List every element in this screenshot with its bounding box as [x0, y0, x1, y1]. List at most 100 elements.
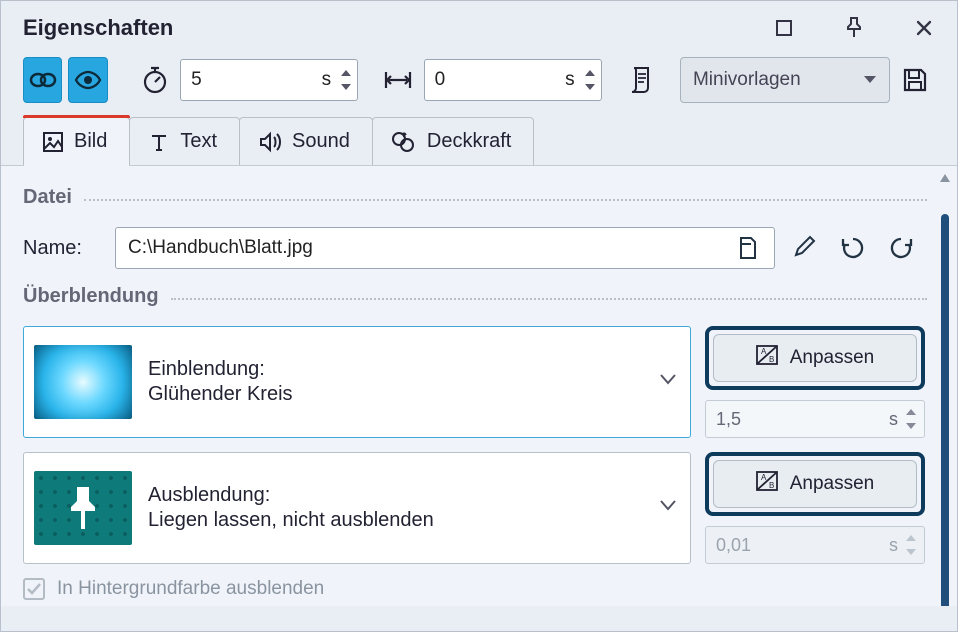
chevron-down-icon	[660, 373, 676, 391]
duration-value: 5	[191, 69, 322, 91]
fadein-text: Einblendung: Glühender Kreis	[148, 358, 293, 406]
rotate-ccw-button[interactable]	[835, 230, 871, 266]
link-toggle-button[interactable]	[23, 57, 62, 103]
fadeout-text: Ausblendung: Liegen lassen, nicht ausble…	[148, 484, 434, 532]
section-blend: Überblendung	[23, 285, 927, 308]
fadeout-controls: AB Anpassen 0,01 s	[705, 452, 925, 564]
fadeout-duration-field[interactable]: 0,01 s	[705, 526, 925, 564]
fadein-thumbnail	[34, 345, 132, 419]
fadeout-value: Liegen lassen, nicht ausblenden	[148, 509, 434, 532]
opacity-icon	[391, 131, 417, 153]
tab-sound[interactable]: Sound	[239, 117, 373, 165]
scrollbar-thumb[interactable]	[941, 214, 949, 606]
browse-icon[interactable]	[730, 230, 766, 266]
bg-fade-row: In Hintergrundfarbe ausblenden	[23, 578, 927, 600]
fadein-label: Einblendung:	[148, 358, 293, 381]
svg-text:B: B	[769, 355, 774, 364]
maximize-button[interactable]	[773, 17, 795, 39]
divider	[84, 199, 927, 201]
fadein-value: Glühender Kreis	[148, 383, 293, 406]
width-icon	[379, 57, 418, 103]
fadeout-duration-spinner	[904, 532, 918, 558]
bg-fade-checkbox[interactable]	[23, 578, 45, 600]
ab-icon: AB	[756, 345, 778, 371]
fadeout-adjust-button[interactable]: AB Anpassen	[713, 460, 917, 508]
fadein-adjust-button[interactable]: AB Anpassen	[713, 334, 917, 382]
divider	[171, 298, 927, 300]
fadeout-duration-down[interactable]	[904, 546, 918, 558]
fadein-row: Einblendung: Glühender Kreis AB Anpassen…	[23, 326, 927, 438]
toolbar: 5 s 0 s Minivorlagen	[1, 51, 957, 117]
tab-image[interactable]: Bild	[23, 117, 130, 165]
fadein-controls: AB Anpassen 1,5 s	[705, 326, 925, 438]
tab-text-label: Text	[180, 130, 217, 153]
window-buttons	[773, 17, 935, 39]
ab-icon: AB	[756, 471, 778, 497]
content-panel: Datei Name: C:\Handbuch\Blatt.jpg Überbl…	[1, 166, 957, 606]
fadein-duration-down[interactable]	[904, 420, 918, 432]
section-blend-label: Überblendung	[23, 285, 159, 308]
fadeout-row: Ausblendung: Liegen lassen, nicht ausble…	[23, 452, 927, 564]
fadein-duration-field[interactable]: 1,5 s	[705, 400, 925, 438]
width-spin-down[interactable]	[583, 81, 597, 93]
chevron-down-icon	[660, 499, 676, 517]
rotate-cw-button[interactable]	[883, 230, 919, 266]
pin-button[interactable]	[843, 17, 865, 39]
window-title: Eigenschaften	[23, 15, 173, 41]
stopwatch-icon	[135, 57, 174, 103]
file-name-label: Name:	[23, 237, 103, 260]
fadein-adjust-highlight: AB Anpassen	[705, 326, 925, 390]
svg-text:B: B	[769, 481, 774, 490]
fadein-duration-spinner	[904, 406, 918, 432]
duration-unit: s	[322, 69, 332, 91]
tab-opacity-label: Deckkraft	[427, 130, 511, 153]
templates-dropdown[interactable]: Minivorlagen	[680, 57, 890, 103]
titlebar: Eigenschaften	[1, 1, 957, 51]
file-path-input[interactable]: C:\Handbuch\Blatt.jpg	[115, 227, 775, 269]
edit-icon-button[interactable]	[787, 230, 823, 266]
fadein-duration-unit: s	[889, 409, 898, 430]
text-icon	[148, 131, 170, 153]
close-button[interactable]	[913, 17, 935, 39]
file-path-value: C:\Handbuch\Blatt.jpg	[128, 237, 730, 259]
duration-spin-down[interactable]	[339, 81, 353, 93]
scroll-up-icon[interactable]	[939, 172, 951, 184]
fadeout-adjust-label: Anpassen	[790, 473, 875, 495]
fadeout-adjust-highlight: AB Anpassen	[705, 452, 925, 516]
svg-text:A: A	[761, 473, 767, 482]
width-spin-up[interactable]	[583, 67, 597, 79]
image-icon	[42, 131, 64, 153]
duration-field[interactable]: 5 s	[180, 59, 358, 101]
tab-text[interactable]: Text	[129, 117, 240, 165]
duration-spin-up[interactable]	[339, 67, 353, 79]
fadein-duration-value: 1,5	[716, 409, 889, 430]
tab-opacity[interactable]: Deckkraft	[372, 117, 534, 165]
width-value: 0	[435, 69, 566, 91]
width-unit: s	[565, 69, 575, 91]
fadein-selector[interactable]: Einblendung: Glühender Kreis	[23, 326, 691, 438]
fadein-duration-up[interactable]	[904, 406, 918, 418]
width-spinner	[583, 67, 597, 93]
file-row: Name: C:\Handbuch\Blatt.jpg	[23, 227, 927, 269]
tabs: Bild Text Sound Deckkraft	[1, 117, 957, 166]
fadeout-label: Ausblendung:	[148, 484, 434, 507]
section-file-label: Datei	[23, 186, 72, 209]
tab-sound-label: Sound	[292, 130, 350, 153]
fadeout-thumbnail	[34, 471, 132, 545]
sound-icon	[258, 131, 282, 153]
fadein-adjust-label: Anpassen	[790, 347, 875, 369]
fadeout-duration-value: 0,01	[716, 535, 889, 556]
save-button[interactable]	[896, 57, 935, 103]
templates-label: Minivorlagen	[693, 69, 863, 91]
svg-text:A: A	[761, 347, 767, 356]
fadeout-duration-unit: s	[889, 535, 898, 556]
fadeout-selector[interactable]: Ausblendung: Liegen lassen, nicht ausble…	[23, 452, 691, 564]
script-icon-button[interactable]	[620, 57, 659, 103]
tab-image-label: Bild	[74, 130, 107, 153]
duration-spinner	[339, 67, 353, 93]
width-field[interactable]: 0 s	[424, 59, 602, 101]
visibility-toggle-button[interactable]	[68, 57, 107, 103]
section-file: Datei	[23, 186, 927, 209]
bg-fade-label: In Hintergrundfarbe ausblenden	[57, 578, 324, 600]
fadeout-duration-up[interactable]	[904, 532, 918, 544]
